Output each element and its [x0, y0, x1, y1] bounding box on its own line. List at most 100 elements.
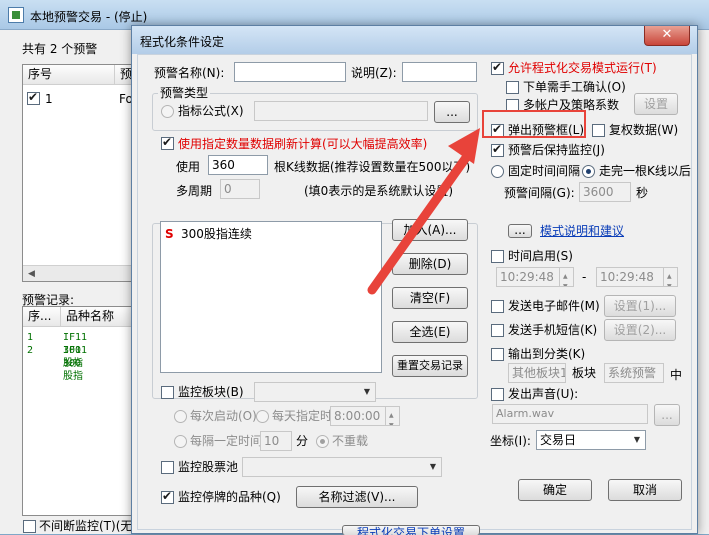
continuous-monitor-option[interactable]: 不间断监控(T)(无 [23, 519, 138, 534]
alert-name-label: 预警名称(N): [154, 66, 225, 80]
daily-time-input[interactable]: 8:00:00 [330, 406, 400, 426]
time-from-value: 10:29:48 [500, 270, 554, 284]
kline-label: 根K线数据(推荐设置数量在500以下) [274, 160, 471, 174]
dialog-titlebar[interactable]: 程式化条件设定 ✕ [132, 26, 697, 54]
list-item-checkbox[interactable] [27, 90, 40, 105]
multi-account-settings-button[interactable]: 设置 [634, 93, 678, 115]
category-block-label: 板块 [572, 366, 597, 380]
fixed-interval-radio[interactable] [491, 165, 504, 178]
mode-help-link[interactable]: 模式说明和建议 [540, 223, 624, 239]
no-reload-radio[interactable] [316, 435, 329, 448]
monitor-pool-select[interactable]: ▼ [242, 457, 442, 477]
list-item[interactable]: 1 Fo [27, 90, 137, 107]
output-category-checkbox[interactable] [491, 348, 504, 361]
row-seq: 1 [27, 332, 34, 343]
manual-confirm-checkbox[interactable] [506, 81, 519, 94]
row-seq: 2 [27, 345, 34, 356]
column-header-seq[interactable]: 序号 [23, 65, 115, 85]
records-table[interactable]: 序... 品种名称 1 IF11 300股指 2 IF11 300股指 [22, 306, 137, 516]
daily-time-spinner[interactable] [385, 407, 399, 425]
name-filter-button[interactable]: 名称过滤(V)... [296, 486, 418, 508]
alert-interval-label: 预警间隔(G): [504, 186, 575, 200]
monitor-block-select[interactable]: ▼ [254, 382, 376, 402]
sound-checkbox[interactable] [491, 388, 504, 401]
rights-data-label: 复权数据(W) [609, 123, 679, 137]
interval-radio[interactable] [174, 435, 187, 448]
indicator-formula-label: 指标公式(X) [178, 104, 244, 118]
conditions-dialog: 程式化条件设定 ✕ 预警名称(N): 说明(Z): 预警类型 指标公式(X) .… [131, 25, 698, 535]
multi-period-input[interactable]: 0 [220, 179, 260, 199]
stock-name: 300股指连续 [181, 227, 252, 241]
monitor-block-checkbox[interactable] [161, 386, 174, 399]
interval-input[interactable]: 10 [260, 431, 292, 451]
rights-data-checkbox[interactable] [592, 124, 605, 137]
list-horizontal-scrollbar[interactable]: ◀ [23, 265, 136, 281]
send-sms-checkbox[interactable] [491, 324, 504, 337]
fixed-interval-label: 固定时间间隔 [508, 164, 581, 178]
sound-browse-button[interactable]: ... [654, 404, 680, 426]
alert-name-input[interactable] [234, 62, 346, 82]
keep-monitor-checkbox[interactable] [491, 142, 504, 157]
monitor-suspended-checkbox[interactable] [161, 489, 174, 504]
select-all-button[interactable]: 全选(E) [392, 321, 468, 343]
list-item-seq: 1 [45, 92, 53, 106]
table-row[interactable]: 2 IF11 300股指 [27, 344, 87, 382]
output-category-label: 输出到分类(K) [508, 347, 586, 361]
description-input[interactable] [402, 62, 477, 82]
allow-trading-checkbox[interactable] [491, 60, 504, 75]
daily-time-radio[interactable] [256, 410, 269, 423]
time-from-spinner[interactable] [559, 268, 573, 286]
chevron-down-icon[interactable]: ▼ [359, 383, 375, 401]
add-button[interactable]: 加入(A)... [392, 219, 468, 241]
sound-file-input[interactable]: Alarm.wav [492, 404, 648, 424]
coordinate-select[interactable]: 交易日 ▼ [536, 430, 646, 450]
list-item[interactable]: S 300股指连续 [165, 226, 365, 242]
scroll-left-icon[interactable]: ◀ [28, 266, 35, 282]
indicator-formula-radio[interactable] [161, 105, 174, 118]
email-settings-button[interactable]: 设置(1)... [604, 295, 676, 317]
each-start-radio[interactable] [174, 410, 187, 423]
chevron-down-icon[interactable]: ▼ [629, 431, 645, 449]
category-to-field[interactable]: 系统预警 [604, 363, 664, 383]
coordinate-value: 交易日 [540, 433, 577, 447]
mode-browse-button[interactable]: ... [508, 224, 532, 238]
column-header-seq[interactable]: 序... [23, 307, 61, 327]
refresh-label: 使用指定数量数据刷新计算(可以大幅提高效率) [178, 137, 428, 151]
time-to-value: 10:29:48 [600, 270, 654, 284]
time-to-input[interactable]: 10:29:48 [596, 267, 678, 287]
category-from-field[interactable]: 其他板块1 [508, 363, 566, 383]
after-kline-radio[interactable] [582, 165, 595, 178]
clear-button[interactable]: 清空(F) [392, 287, 468, 309]
manual-confirm-label: 下单需手工确认(O) [523, 80, 626, 94]
reset-records-button[interactable]: 重置交易记录 [392, 355, 468, 377]
background-title: 本地预警交易 - (停止) [30, 10, 148, 24]
close-button[interactable]: ✕ [644, 26, 690, 46]
ok-button[interactable]: 确定 [518, 479, 592, 501]
interval-label: 每隔一定时间 [190, 434, 263, 448]
keep-monitor-label: 预警后保持监控(J) [508, 143, 605, 157]
time-from-input[interactable]: 10:29:48 [496, 267, 574, 287]
table-row[interactable]: 1 IF11 300股指 [27, 331, 87, 369]
monitor-block-label: 监控板块(B) [178, 385, 244, 399]
formula-browse-button[interactable]: ... [434, 101, 470, 123]
time-enable-checkbox[interactable] [491, 250, 504, 263]
stock-list[interactable]: S 300股指连续 [160, 221, 382, 373]
formula-input[interactable] [254, 101, 428, 121]
chevron-down-icon[interactable]: ▼ [425, 458, 441, 476]
time-dash: - [582, 270, 587, 284]
sms-settings-button[interactable]: 设置(2)... [604, 319, 676, 341]
category-mid-label: 中 [670, 368, 683, 382]
monitor-pool-checkbox[interactable] [161, 461, 174, 474]
alert-interval-input[interactable]: 3600 [579, 182, 631, 202]
refresh-checkbox[interactable] [161, 135, 174, 150]
alert-type-group-label: 预警类型 [158, 85, 211, 101]
continuous-monitor-checkbox[interactable] [23, 520, 36, 533]
delete-button[interactable]: 删除(D) [392, 253, 468, 275]
kline-count-input[interactable]: 360 [208, 155, 268, 175]
cancel-button[interactable]: 取消 [608, 479, 682, 501]
dialog-body: 预警名称(N): 说明(Z): 预警类型 指标公式(X) ... 使用指定数量数… [137, 54, 692, 535]
column-header-name[interactable]: 品种名称 [61, 307, 137, 327]
alert-list[interactable]: 序号 预 1 Fo [22, 64, 137, 282]
send-email-checkbox[interactable] [491, 300, 504, 313]
time-to-spinner[interactable] [663, 268, 677, 286]
